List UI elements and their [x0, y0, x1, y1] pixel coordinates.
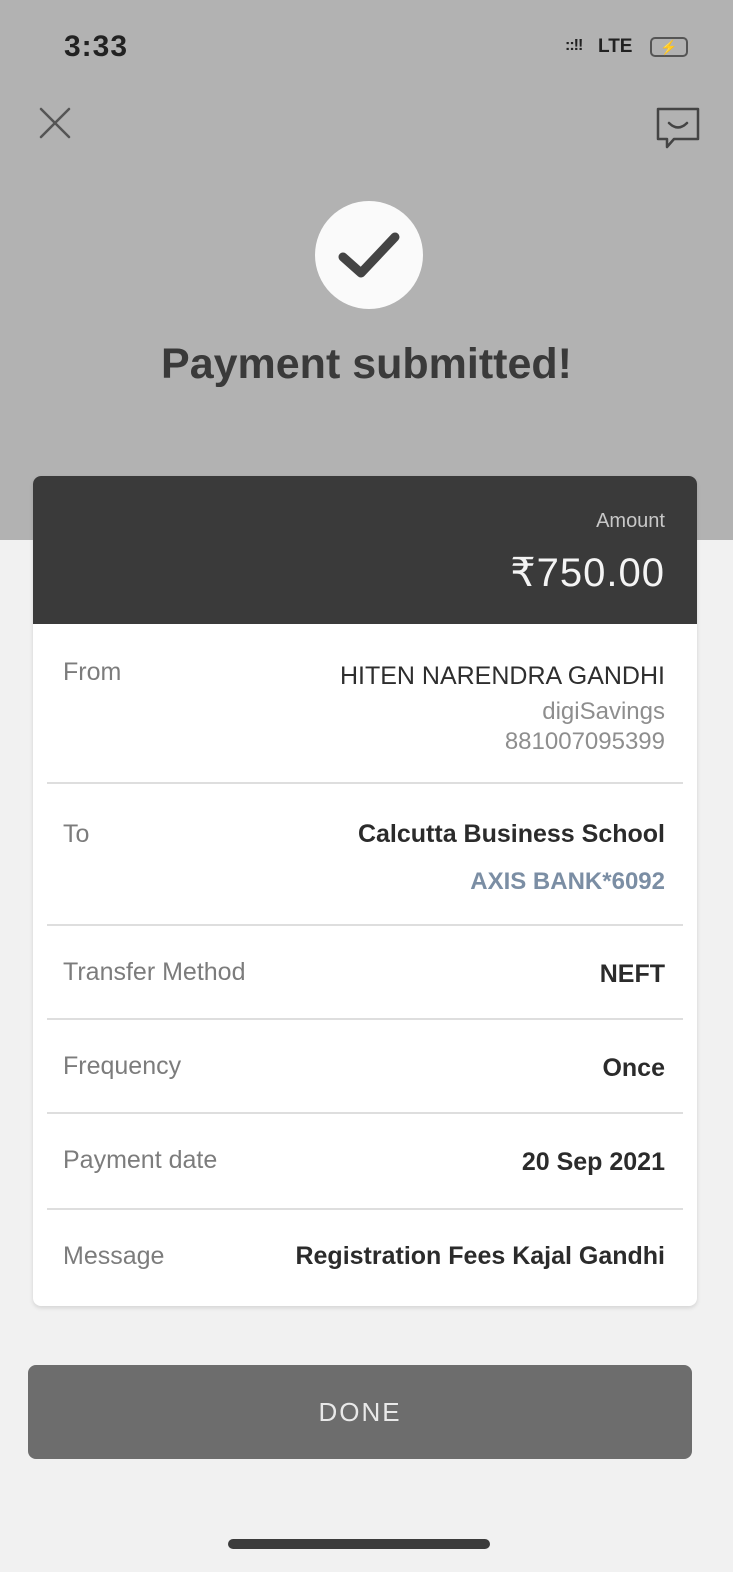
to-row: To Calcutta Business School AXIS BANK*60… — [33, 786, 697, 926]
check-icon — [338, 232, 400, 278]
frequency-value: Once — [602, 1054, 665, 1082]
frequency-label: Frequency — [63, 1052, 182, 1080]
to-name: Calcutta Business School — [357, 820, 665, 848]
success-check — [315, 201, 423, 309]
payment-date-label: Payment date — [63, 1146, 218, 1174]
divider — [47, 782, 683, 784]
page-title: Payment submitted! — [161, 340, 572, 388]
battery-icon: ⚡ — [650, 37, 688, 57]
to-bank: AXIS BANK*6092 — [470, 868, 665, 895]
payment-date-row: Payment date 20 Sep 2021 — [33, 1114, 697, 1210]
chat-icon[interactable] — [654, 104, 702, 152]
amount-label: Amount — [596, 510, 665, 532]
network-label: LTE — [598, 36, 633, 57]
payment-summary-card: Amount ₹750.00 From HITEN NARENDRA GANDH… — [33, 476, 697, 1306]
from-name: HITEN NARENDRA GANDHI — [339, 662, 665, 690]
message-row: Message Registration Fees Kajal Gandhi — [33, 1210, 697, 1306]
status-bar: 3:33 ::!! LTE ⚡ — [0, 0, 733, 90]
status-time: 3:33 — [64, 30, 129, 63]
payment-date-value: 20 Sep 2021 — [521, 1148, 665, 1176]
from-row: From HITEN NARENDRA GANDHI digiSavings 8… — [33, 624, 697, 786]
from-account-number: 881007095399 — [504, 728, 665, 755]
frequency-row: Frequency Once — [33, 1020, 697, 1114]
amount-box: Amount ₹750.00 — [33, 476, 697, 624]
to-label: To — [63, 820, 90, 848]
transfer-method-label: Transfer Method — [63, 958, 246, 986]
signal-icon: ::!! — [565, 37, 583, 54]
message-label: Message — [63, 1242, 165, 1270]
done-button[interactable]: DONE — [28, 1365, 692, 1459]
from-label: From — [63, 658, 122, 686]
home-indicator[interactable] — [228, 1539, 490, 1549]
message-value: Registration Fees Kajal Gandhi — [295, 1242, 665, 1270]
close-icon[interactable] — [36, 104, 74, 142]
amount-value: ₹750.00 — [510, 551, 665, 595]
transfer-method-value: NEFT — [599, 960, 665, 988]
from-account-type: digiSavings — [542, 698, 665, 725]
transfer-method-row: Transfer Method NEFT — [33, 926, 697, 1020]
